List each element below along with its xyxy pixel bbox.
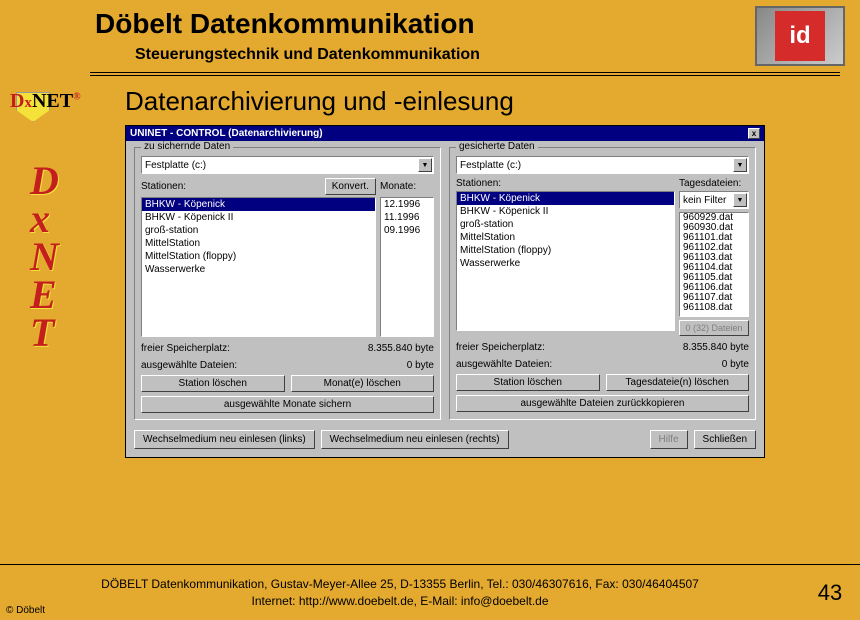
company-subtitle: Steuerungstechnik und Datenkommunikation bbox=[95, 46, 740, 64]
delete-month-button[interactable]: Monat(e) löschen bbox=[291, 375, 435, 392]
chevron-down-icon[interactable]: ▼ bbox=[418, 158, 432, 172]
delete-station-button-right[interactable]: Station löschen bbox=[456, 374, 600, 391]
list-item[interactable]: BHKW - Köpenick II bbox=[457, 205, 674, 218]
list-item[interactable]: 11.1996 bbox=[381, 211, 433, 224]
months-label: Monate: bbox=[380, 181, 434, 192]
list-item[interactable]: MittelStation bbox=[142, 237, 375, 250]
reread-left-button[interactable]: Wechselmedium neu einlesen (links) bbox=[134, 430, 315, 449]
close-icon[interactable]: x bbox=[748, 128, 760, 139]
dayfiles-label: Tagesdateien: bbox=[679, 178, 749, 189]
group-backup: zu sichernde Daten Festplatte (c:) ▼ Sta… bbox=[134, 147, 441, 420]
selected-label: ausgewählte Dateien: bbox=[141, 360, 237, 371]
chevron-down-icon[interactable]: ▼ bbox=[733, 193, 747, 207]
dayfiles-list[interactable]: 960929.dat 960930.dat 961101.dat 961102.… bbox=[679, 212, 749, 317]
selected-value-right: 0 byte bbox=[722, 359, 749, 370]
chevron-down-icon[interactable]: ▼ bbox=[733, 158, 747, 172]
close-button[interactable]: Schließen bbox=[694, 430, 756, 449]
dialog-window: UNINET - CONTROL (Datenarchivierung) x z… bbox=[125, 125, 765, 458]
file-count-button[interactable]: 0 (32) Dateien bbox=[679, 320, 749, 336]
list-item[interactable]: 09.1996 bbox=[381, 224, 433, 237]
group-restore: gesicherte Daten Festplatte (c:) ▼ Stati… bbox=[449, 147, 756, 420]
page-number: 43 bbox=[800, 580, 860, 606]
list-item[interactable]: 12.1996 bbox=[381, 198, 433, 211]
group-title-left: zu sichernde Daten bbox=[141, 141, 233, 152]
convert-button[interactable]: Konvert. bbox=[325, 178, 376, 195]
free-space-label-right: freier Speicherplatz: bbox=[456, 342, 545, 353]
titlebar[interactable]: UNINET - CONTROL (Datenarchivierung) x bbox=[126, 126, 764, 141]
list-item[interactable]: Wasserwerke bbox=[142, 263, 375, 276]
header: Döbelt Datenkommunikation Steuerungstech… bbox=[0, 0, 860, 72]
titlebar-text: UNINET - CONTROL (Datenarchivierung) bbox=[130, 128, 748, 139]
copy-back-button[interactable]: ausgewählte Dateien zurückkopieren bbox=[456, 395, 749, 412]
sidebar: DxNET® D x N E T bbox=[0, 76, 125, 556]
months-list[interactable]: 12.1996 11.1996 09.1996 bbox=[380, 197, 434, 337]
selected-value: 0 byte bbox=[407, 360, 434, 371]
footer-line1: DÖBELT Datenkommunikation, Gustav-Meyer-… bbox=[0, 576, 800, 593]
stations-list-right[interactable]: BHKW - Köpenick BHKW - Köpenick II groß-… bbox=[456, 191, 675, 331]
list-item[interactable]: Wasserwerke bbox=[457, 257, 674, 270]
list-item[interactable]: MittelStation (floppy) bbox=[142, 250, 375, 263]
stations-list-left[interactable]: BHKW - Köpenick BHKW - Köpenick II groß-… bbox=[141, 197, 376, 337]
drive-select-left[interactable]: Festplatte (c:) ▼ bbox=[141, 156, 434, 174]
company-name: Döbelt Datenkommunikation bbox=[95, 8, 740, 40]
list-item[interactable]: groß-station bbox=[142, 224, 375, 237]
delete-dayfile-button[interactable]: Tagesdateie(n) löschen bbox=[606, 374, 750, 391]
list-item[interactable]: MittelStation (floppy) bbox=[457, 244, 674, 257]
selected-label-right: ausgewählte Dateien: bbox=[456, 359, 552, 370]
free-space-value-right: 8.355.840 byte bbox=[683, 342, 749, 353]
list-item[interactable]: BHKW - Köpenick bbox=[142, 198, 375, 211]
vertical-brand: D x N E T bbox=[10, 142, 125, 352]
stations-label-right: Stationen: bbox=[456, 178, 675, 189]
list-item[interactable]: groß-station bbox=[457, 218, 674, 231]
help-button[interactable]: Hilfe bbox=[650, 430, 688, 449]
stations-label: Stationen: bbox=[141, 181, 321, 192]
reread-right-button[interactable]: Wechselmedium neu einlesen (rechts) bbox=[321, 430, 509, 449]
save-months-button[interactable]: ausgewählte Monate sichern bbox=[141, 396, 434, 413]
list-item[interactable]: BHKW - Köpenick bbox=[457, 192, 674, 205]
drive-select-right[interactable]: Festplatte (c:) ▼ bbox=[456, 156, 749, 174]
free-space-value: 8.355.840 byte bbox=[368, 343, 434, 354]
list-item[interactable]: MittelStation bbox=[457, 231, 674, 244]
group-title-right: gesicherte Daten bbox=[456, 141, 538, 152]
filter-select[interactable]: kein Filter ▼ bbox=[679, 191, 749, 209]
copyright: © Döbelt bbox=[6, 605, 45, 616]
delete-station-button-left[interactable]: Station löschen bbox=[141, 375, 285, 392]
logo-icon: id bbox=[755, 6, 845, 66]
footer: © Döbelt DÖBELT Datenkommunikation, Gust… bbox=[0, 564, 860, 620]
list-item[interactable]: 961108.dat bbox=[680, 303, 748, 313]
list-item[interactable]: BHKW - Köpenick II bbox=[142, 211, 375, 224]
free-space-label: freier Speicherplatz: bbox=[141, 343, 230, 354]
page-title: Datenarchivierung und -einlesung bbox=[125, 86, 840, 117]
dxnet-badge: DxNET® bbox=[10, 86, 110, 122]
footer-line2: Internet: http://www.doebelt.de, E-Mail:… bbox=[0, 593, 800, 610]
